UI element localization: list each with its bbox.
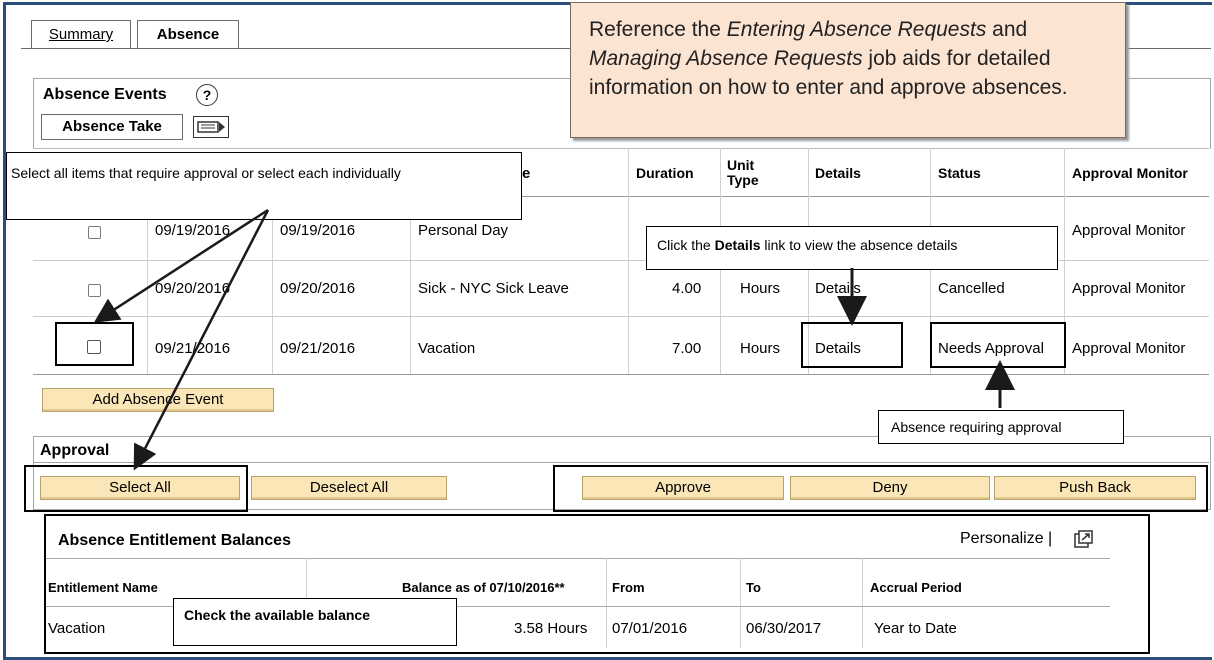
annotation-arrows (93, 208, 1015, 471)
